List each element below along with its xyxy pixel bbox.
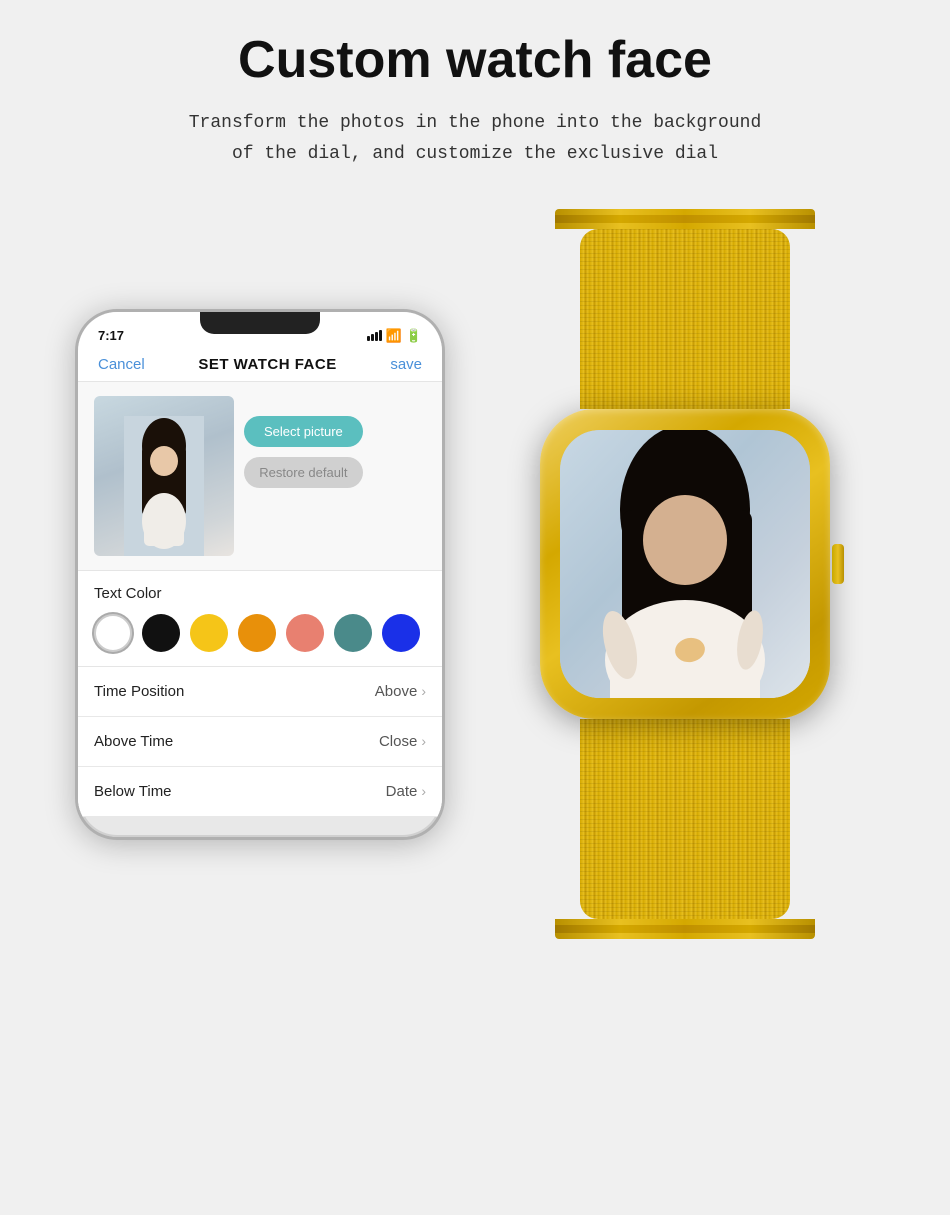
- color-blue[interactable]: [382, 614, 420, 652]
- phone-notch: [200, 312, 320, 334]
- band-connector-bar-top: [555, 215, 815, 223]
- color-salmon[interactable]: [286, 614, 324, 652]
- watch-crown: [832, 544, 844, 584]
- save-button[interactable]: save: [390, 356, 422, 373]
- color-circles: [94, 614, 426, 652]
- status-icons: 📶 🔋: [367, 328, 422, 344]
- watch-screen: [560, 430, 810, 698]
- above-time-value: Close ›: [379, 733, 426, 750]
- signal-icon: [367, 330, 382, 341]
- color-white[interactable]: [94, 614, 132, 652]
- phone-container: 7:17 📶 🔋 Cancel SET WATCH: [75, 309, 445, 840]
- smartwatch: [540, 209, 830, 939]
- thumbnail-person: [124, 416, 204, 556]
- below-time-text: Date: [386, 783, 418, 800]
- watch-band-bottom: [580, 719, 790, 919]
- watch-display: [560, 430, 810, 698]
- time-position-value: Above ›: [375, 683, 426, 700]
- band-connector-bar-bottom: [555, 925, 815, 933]
- watch-case: [540, 409, 830, 719]
- above-time-row[interactable]: Above Time Close ›: [78, 717, 442, 767]
- color-yellow[interactable]: [190, 614, 228, 652]
- time-position-row[interactable]: Time Position Above ›: [78, 667, 442, 717]
- text-color-section: Text Color: [78, 571, 442, 667]
- watch-container: [495, 209, 875, 939]
- watch-band-top: [580, 229, 790, 409]
- chevron-icon-3: ›: [421, 783, 426, 799]
- photo-buttons: Select picture Restore default: [244, 396, 363, 488]
- above-time-label: Above Time: [94, 733, 173, 750]
- page-title: Custom watch face: [238, 30, 712, 90]
- band-top-connector: [555, 209, 815, 229]
- photo-section: Select picture Restore default: [78, 382, 442, 571]
- battery-icon: 🔋: [406, 328, 422, 344]
- photo-thumbnail: [94, 396, 234, 556]
- phone: 7:17 📶 🔋 Cancel SET WATCH: [75, 309, 445, 840]
- band-bottom-connector: [555, 919, 815, 939]
- cancel-button[interactable]: Cancel: [98, 356, 145, 373]
- main-content: 7:17 📶 🔋 Cancel SET WATCH: [20, 209, 930, 939]
- nav-title: SET WATCH FACE: [198, 356, 336, 373]
- above-time-text: Close: [379, 733, 417, 750]
- time-position-text: Above: [375, 683, 418, 700]
- select-picture-button[interactable]: Select picture: [244, 416, 363, 447]
- phone-body: Select picture Restore default Text Colo…: [78, 382, 442, 817]
- time-position-label: Time Position: [94, 683, 184, 700]
- phone-notch-area: 7:17 📶 🔋: [78, 312, 442, 348]
- page-subtitle: Transform the photos in the phone into t…: [189, 108, 762, 169]
- status-time: 7:17: [98, 328, 124, 343]
- chevron-icon-2: ›: [421, 733, 426, 749]
- chevron-icon: ›: [421, 683, 426, 699]
- restore-default-button[interactable]: Restore default: [244, 457, 363, 488]
- wifi-icon: 📶: [386, 328, 402, 344]
- below-time-row[interactable]: Below Time Date ›: [78, 767, 442, 817]
- below-time-value: Date ›: [386, 783, 426, 800]
- color-black[interactable]: [142, 614, 180, 652]
- color-teal[interactable]: [334, 614, 372, 652]
- text-color-label: Text Color: [94, 585, 426, 602]
- phone-nav-bar: Cancel SET WATCH FACE save: [78, 348, 442, 382]
- settings-list: Time Position Above › Above Time Close ›: [78, 667, 442, 817]
- color-orange[interactable]: [238, 614, 276, 652]
- below-time-label: Below Time: [94, 783, 172, 800]
